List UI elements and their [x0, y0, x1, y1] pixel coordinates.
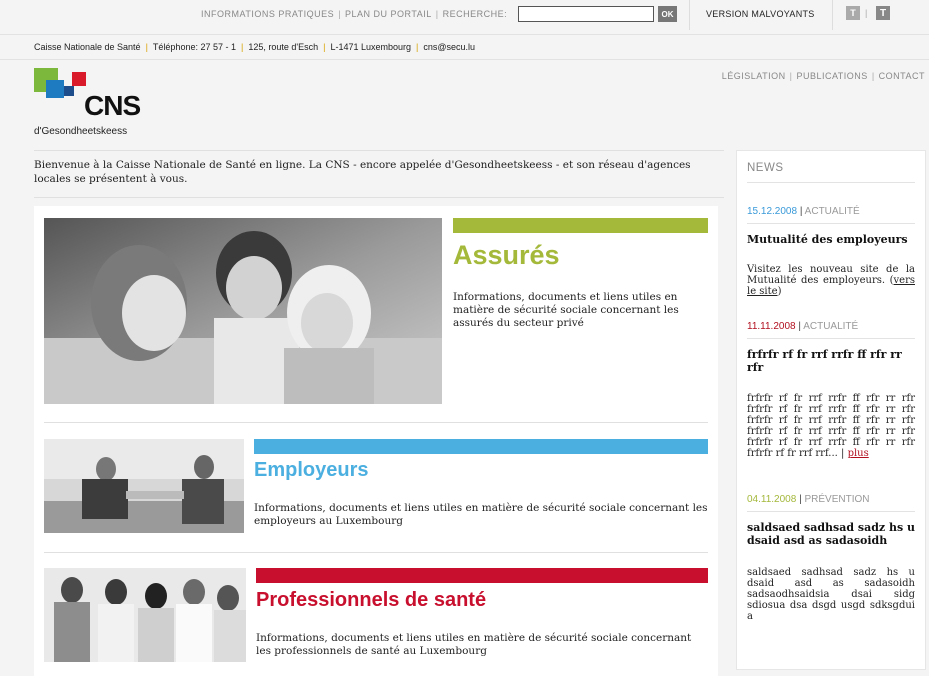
section-professionnels[interactable]: Professionnels de santé Informations, do… — [44, 568, 708, 662]
health-professionals-photo[interactable] — [44, 568, 246, 662]
divider — [747, 223, 915, 224]
news-title: NEWS — [747, 162, 784, 174]
malvoyants-link[interactable]: VERSION MALVOYANTS — [706, 9, 815, 19]
section-title-employeurs[interactable]: Employeurs — [254, 459, 368, 482]
news-body-text: Visitez les nouveau site de la Mutualité… — [747, 264, 915, 286]
logo-square-navy — [64, 86, 74, 96]
section-desc-professionnels: Informations, documents et liens utiles … — [256, 632, 692, 657]
news-body-text: saldsaed sadhsad sadz hs u dsaid asd as … — [747, 567, 915, 622]
section-assures[interactable]: Assurés Informations, documents et liens… — [44, 218, 708, 404]
text-size-small-button[interactable]: T — [846, 6, 860, 20]
top-bar: INFORMATIONS PRATIQUES | PLAN DU PORTAIL | R… — [0, 0, 929, 30]
logo-square-blue — [46, 80, 64, 98]
section-color-bar-green — [453, 218, 708, 233]
news-category: ACTUALITÉ — [803, 321, 859, 332]
news-date: 15.12.2008 | ACTUALITÉ — [747, 206, 860, 217]
search-ok-button[interactable]: OK — [658, 6, 677, 22]
link-publications[interactable]: PUBLICATIONS — [796, 71, 867, 81]
search-input[interactable] — [518, 6, 654, 22]
link-plan-du-portail[interactable]: PLAN DU PORTAIL — [345, 9, 432, 19]
section-color-bar-red — [256, 568, 708, 583]
divider — [34, 197, 724, 198]
logo-text: CNS — [84, 90, 141, 121]
email-link[interactable]: cns@secu.lu — [423, 42, 475, 52]
divider — [689, 0, 690, 30]
street: 125, route d'Esch — [248, 42, 319, 52]
news-category: PRÉVENTION — [804, 494, 870, 505]
intro-text: Bienvenue à la Caisse Nationale de Santé… — [34, 159, 691, 185]
divider — [44, 422, 708, 423]
divider — [44, 552, 708, 553]
news-headline[interactable]: Mutualité des employeurs — [747, 233, 917, 246]
divider — [34, 150, 724, 151]
city: L-1471 Luxembourg — [330, 42, 411, 52]
divider: | — [865, 8, 868, 18]
news-date-value: 04.11.2008 — [747, 494, 797, 505]
news-date: 11.11.2008 | ACTUALITÉ — [747, 321, 859, 332]
news-body: Visitez les nouveau site de la Mutualité… — [747, 264, 915, 297]
news-headline[interactable]: frfrfr rf fr rrf rrfr ff rfr rr rfr — [747, 348, 917, 374]
divider — [747, 511, 915, 512]
news-body: saldsaed sadhsad sadz hs u dsaid asd as … — [747, 567, 915, 622]
link-legislation[interactable]: LÉGISLATION — [722, 71, 786, 81]
section-color-bar-blue — [254, 439, 708, 454]
logo-subtitle: d'Gesondheetskeess — [34, 126, 128, 137]
news-sidebar: NEWS 15.12.2008 | ACTUALITÉ Mutualité de… — [736, 150, 926, 670]
logo-square-red — [72, 72, 86, 86]
handshake-photo[interactable] — [44, 439, 244, 533]
news-body-text: frfrfr rf fr rrf rrfr ff rfr rr rfr frfr… — [747, 393, 915, 459]
news-date-value: 15.12.2008 — [747, 206, 798, 217]
phone: Téléphone: 27 57 - 1 — [152, 42, 236, 52]
news-link[interactable]: plus — [848, 448, 869, 459]
link-informations-pratiques[interactable]: INFORMATIONS PRATIQUES — [201, 9, 334, 19]
section-desc-employeurs: Informations, documents et liens utiles … — [254, 502, 708, 527]
divider — [747, 182, 915, 183]
link-contact[interactable]: CONTACT — [879, 71, 925, 81]
divider — [832, 0, 833, 30]
section-title-assures[interactable]: Assurés — [453, 240, 560, 271]
news-date: 04.11.2008 | PRÉVENTION — [747, 494, 870, 505]
top-links: INFORMATIONS PRATIQUES | PLAN DU PORTAIL | R… — [201, 9, 508, 19]
section-employeurs[interactable]: Employeurs Informations, documents et li… — [44, 439, 708, 533]
org-name: Caisse Nationale de Santé — [34, 42, 141, 52]
main-panel: Assurés Informations, documents et liens… — [34, 206, 718, 676]
divider — [747, 338, 915, 339]
news-date-value: 11.11.2008 — [747, 321, 796, 332]
news-body: frfrfr rf fr rrf rrfr ff rfr rr rfr frfr… — [747, 393, 915, 459]
text-size-large-button[interactable]: T — [876, 6, 890, 20]
family-photo[interactable] — [44, 218, 442, 404]
cns-logo[interactable]: CNS d'Gesondheetskeess — [34, 68, 154, 140]
news-category: ACTUALITÉ — [804, 206, 860, 217]
section-desc-assures: Informations, documents et liens utiles … — [453, 291, 679, 329]
section-title-professionnels[interactable]: Professionnels de santé — [256, 589, 486, 612]
contact-info: Caisse Nationale de Santé | Téléphone: 27 … — [34, 42, 476, 52]
news-headline[interactable]: saldsaed sadhsad sadz hs u dsaid asd as … — [747, 521, 917, 547]
search-label: RECHERCHE: — [442, 9, 508, 19]
address-bar: Caisse Nationale de Santé | Téléphone: 27 … — [0, 34, 929, 60]
secondary-nav: LÉGISLATION | PUBLICATIONS | CONTACT — [721, 71, 925, 81]
